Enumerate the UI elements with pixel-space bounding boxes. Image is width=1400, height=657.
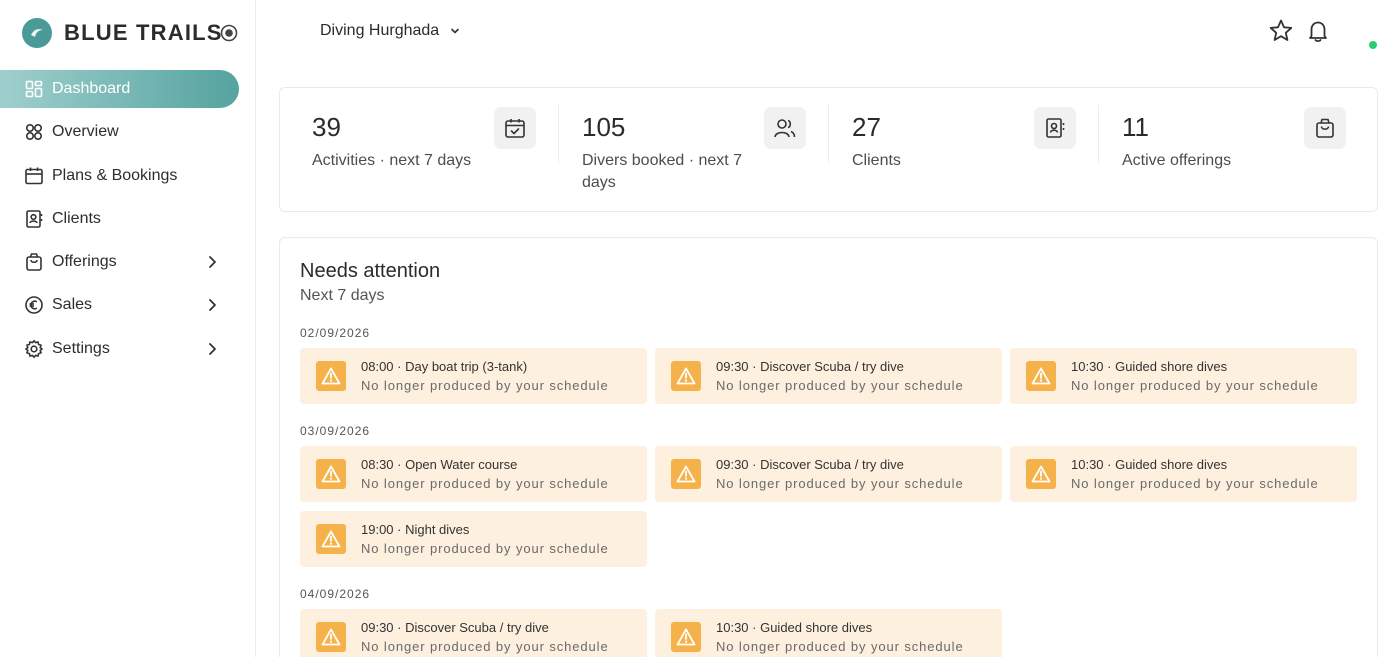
stats-card: 39 Activities · next 7 days 105 Divers b… <box>279 87 1378 212</box>
sidebar-item-settings[interactable]: Settings <box>0 330 256 368</box>
chevron-right-icon <box>209 342 216 355</box>
euro-icon <box>24 295 44 315</box>
attention-item-title: 10:30 · Guided shore dives <box>716 620 873 635</box>
attention-item[interactable]: 08:00 · Day boat trip (3-tank) No longer… <box>300 348 647 404</box>
calendar-check-icon <box>494 107 536 149</box>
warning-icon <box>316 459 346 489</box>
shopping-bag-icon <box>24 252 44 272</box>
overview-icon <box>24 122 44 142</box>
stat-label: Clients <box>852 152 901 169</box>
stat-label: Active offerings <box>1122 152 1232 169</box>
stat-label: Divers booked · next 7 days <box>582 152 743 191</box>
warning-icon <box>1026 459 1056 489</box>
users-icon <box>764 107 806 149</box>
attention-item-title: 10:30 · Guided shore dives <box>1071 457 1228 472</box>
sidebar-item-dashboard[interactable]: Dashboard <box>0 70 239 108</box>
sidebar-item-clients[interactable]: Clients <box>0 200 256 238</box>
sidebar-item-label: Settings <box>52 339 110 357</box>
attention-item-title: 09:30 · Discover Scuba / try dive <box>716 359 904 374</box>
needs-attention-card: Needs attention Next 7 days 02/09/2026 0… <box>279 237 1378 657</box>
stat-value: 105 <box>582 112 626 142</box>
attention-item[interactable]: 19:00 · Night dives No longer produced b… <box>300 511 647 567</box>
sidebar-item-label: Overview <box>52 123 119 141</box>
stat-value: 27 <box>852 112 881 142</box>
attention-item[interactable]: 09:30 · Discover Scuba / try dive No lon… <box>300 609 647 657</box>
online-status-dot <box>1369 41 1377 49</box>
location-selector[interactable]: Diving Hurghada <box>320 20 461 42</box>
attention-item[interactable]: 09:30 · Discover Scuba / try dive No lon… <box>655 446 1002 502</box>
sidebar-item-plans-bookings[interactable]: Plans & Bookings <box>0 157 256 195</box>
calendar-icon <box>24 166 44 186</box>
star-icon[interactable] <box>1268 18 1294 44</box>
attention-item-desc: No longer produced by your schedule <box>361 639 609 654</box>
attention-item-desc: No longer produced by your schedule <box>361 476 609 491</box>
warning-icon <box>316 524 346 554</box>
date-heading: 02/09/2026 <box>300 326 371 340</box>
dashboard-icon <box>24 79 44 99</box>
sidebar: BLUE TRAILS Dashboard Overview Plans & B… <box>0 0 256 657</box>
warning-icon <box>671 459 701 489</box>
attention-item[interactable]: 10:30 · Guided shore dives No longer pro… <box>655 609 1002 657</box>
sidebar-item-label: Plans & Bookings <box>52 166 178 184</box>
attention-item[interactable]: 09:30 · Discover Scuba / try dive No lon… <box>655 348 1002 404</box>
attention-item[interactable]: 10:30 · Guided shore dives No longer pro… <box>1010 348 1357 404</box>
section-title: Needs attention <box>300 260 441 282</box>
stat-activities: 39 Activities · next 7 days <box>280 88 550 213</box>
sidebar-item-sales[interactable]: Sales <box>0 286 256 324</box>
sidebar-item-overview[interactable]: Overview <box>0 113 256 151</box>
attention-item-title: 08:00 · Day boat trip (3-tank) <box>361 359 528 374</box>
bell-icon[interactable] <box>1305 18 1331 44</box>
attention-item[interactable]: 08:30 · Open Water course No longer prod… <box>300 446 647 502</box>
contacts-icon <box>1034 107 1076 149</box>
sidebar-nav: Dashboard Overview Plans & Bookings Clie… <box>0 70 256 373</box>
attention-item-title: 09:30 · Discover Scuba / try dive <box>716 457 904 472</box>
attention-item[interactable]: 10:30 · Guided shore dives No longer pro… <box>1010 446 1357 502</box>
attention-item-desc: No longer produced by your schedule <box>361 378 609 393</box>
sidebar-item-label: Clients <box>52 209 101 227</box>
attention-item-title: 08:30 · Open Water course <box>361 457 518 472</box>
stat-divers-booked: 105 Divers booked · next 7 days <box>550 88 820 213</box>
attention-item-desc: No longer produced by your schedule <box>716 378 964 393</box>
date-heading: 03/09/2026 <box>300 424 371 438</box>
stat-value: 11 <box>1122 112 1149 142</box>
attention-item-desc: No longer produced by your schedule <box>716 639 964 654</box>
wave-icon <box>31 29 43 37</box>
chevron-right-icon <box>209 299 216 312</box>
sidebar-item-label: Offerings <box>52 253 117 271</box>
stat-active-offerings: 11 Active offerings <box>1090 88 1360 213</box>
warning-icon <box>671 622 701 652</box>
attention-item-title: 10:30 · Guided shore dives <box>1071 359 1228 374</box>
shopping-bag-icon <box>1304 107 1346 149</box>
gear-icon <box>24 339 44 359</box>
chevron-down-icon <box>451 28 459 34</box>
attention-item-desc: No longer produced by your schedule <box>361 541 609 556</box>
sidebar-item-label: Dashboard <box>52 80 131 97</box>
sidebar-item-offerings[interactable]: Offerings <box>0 243 256 281</box>
brand-logo <box>22 18 52 48</box>
attention-item-title: 09:30 · Discover Scuba / try dive <box>361 620 549 635</box>
brand-name: BLUE TRAILS <box>64 20 223 45</box>
stat-label: Activities · next 7 days <box>312 152 472 169</box>
attention-item-desc: No longer produced by your schedule <box>1071 476 1319 491</box>
location-name: Diving Hurghada <box>320 22 440 39</box>
warning-icon <box>671 361 701 391</box>
date-heading: 04/09/2026 <box>300 587 371 601</box>
stat-value: 39 <box>312 112 341 142</box>
attention-item-desc: No longer produced by your schedule <box>716 476 964 491</box>
stat-clients: 27 Clients <box>820 88 1090 213</box>
attention-item-title: 19:00 · Night dives <box>361 522 470 537</box>
attention-item-desc: No longer produced by your schedule <box>1071 378 1319 393</box>
warning-icon <box>316 361 346 391</box>
contacts-icon <box>24 209 44 229</box>
sidebar-toggle-icon[interactable] <box>220 24 238 42</box>
warning-icon <box>316 622 346 652</box>
warning-icon <box>1026 361 1056 391</box>
chevron-right-icon <box>209 256 216 269</box>
sidebar-item-label: Sales <box>52 296 93 314</box>
section-subtitle: Next 7 days <box>300 287 385 304</box>
brand[interactable]: BLUE TRAILS <box>22 17 223 49</box>
